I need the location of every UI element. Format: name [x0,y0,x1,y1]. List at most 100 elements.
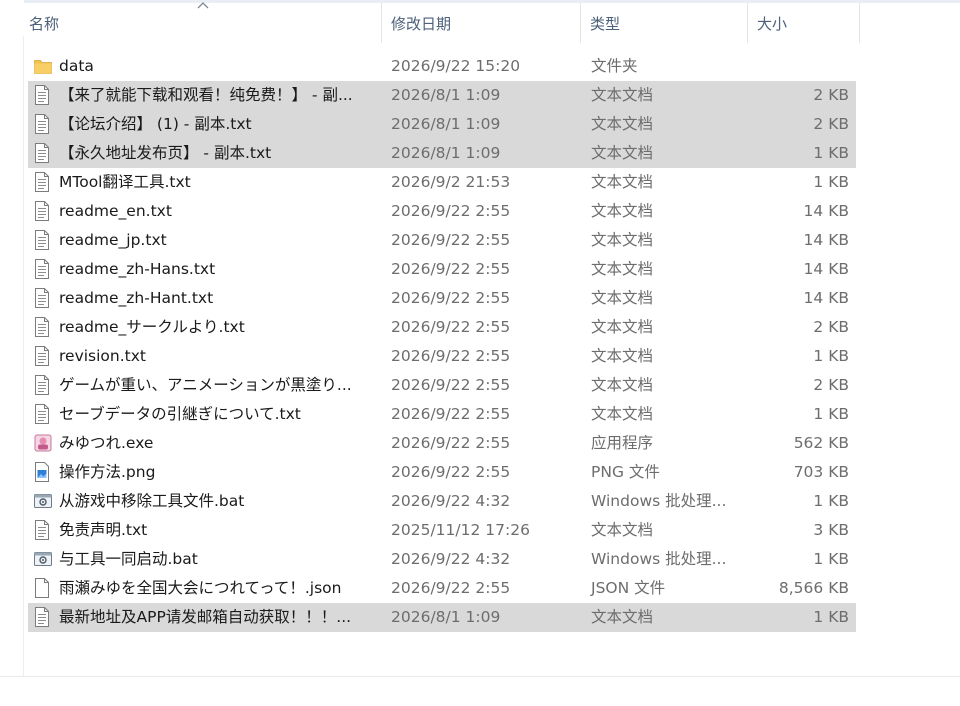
file-name: revision.txt [59,347,146,365]
file-name: 与工具一同启动.bat [59,550,198,568]
file-row[interactable]: セーブデータの引継ぎについて.txt 2026/9/22 2:55 文本文档 1 KB [28,400,856,429]
file-date: 2026/9/22 15:20 [391,57,521,75]
app-exe-icon [34,433,52,453]
text-file-icon [34,85,50,105]
batch-file-icon [34,549,52,569]
file-date: 2026/8/1 1:09 [391,86,501,104]
file-date: 2026/9/22 2:55 [391,318,511,336]
file-row[interactable]: revision.txt 2026/9/22 2:55 文本文档 1 KB [28,342,856,371]
file-type: 文本文档 [591,115,654,133]
file-row[interactable]: 与工具一同启动.bat 2026/9/22 4:32 Windows 批处理... 1… [28,545,856,574]
file-type: 文本文档 [591,173,654,191]
file-row[interactable]: みゆつれ.exe 2026/9/22 2:55 应用程序 562 KB [28,429,856,458]
column-header-date[interactable]: 修改日期 [382,3,581,43]
file-date: 2026/9/22 2:55 [391,405,511,423]
column-header-type[interactable]: 类型 [581,3,748,43]
folder-icon [34,56,52,76]
file-size: 1 KB [813,550,849,568]
file-type: 文件夹 [591,57,638,75]
file-size: 14 KB [803,289,849,307]
batch-file-icon [34,491,52,511]
file-type: 文本文档 [591,521,654,539]
file-row[interactable]: MTool翻译工具.txt 2026/9/2 21:53 文本文档 1 KB [28,168,856,197]
file-size: 2 KB [813,86,849,104]
file-date: 2026/9/22 2:55 [391,376,511,394]
file-name: 雨瀬みゆを全国大会につれてって！.json [59,579,342,597]
file-size: 3 KB [813,521,849,539]
file-name: セーブデータの引継ぎについて.txt [59,405,301,423]
file-size: 703 KB [793,463,849,481]
file-row[interactable]: 雨瀬みゆを全国大会につれてって！.json 2026/9/22 2:55 JSON … [28,574,856,603]
file-date: 2026/9/22 4:32 [391,492,511,510]
file-date: 2026/9/22 2:55 [391,434,511,452]
file-type: 文本文档 [591,405,654,423]
file-type: Windows 批处理... [591,492,727,510]
text-file-icon [34,317,50,337]
file-type: 文本文档 [591,86,654,104]
sort-ascending-icon [196,0,210,14]
file-type: 文本文档 [591,202,654,220]
file-size: 14 KB [803,231,849,249]
file-size: 1 KB [813,608,849,626]
file-type: 文本文档 [591,289,654,307]
file-name: readme_en.txt [59,202,172,220]
file-date: 2026/9/22 2:55 [391,231,511,249]
file-name: 从游戏中移除工具文件.bat [59,492,245,510]
file-date: 2026/8/1 1:09 [391,608,501,626]
file-name: 【永久地址发布页】 - 副本.txt [59,144,272,162]
file-size: 14 KB [803,260,849,278]
file-type: 文本文档 [591,318,654,336]
text-file-icon [34,143,50,163]
navigation-pane[interactable] [0,0,24,706]
text-file-icon [34,259,50,279]
column-header-type-label: 类型 [590,15,621,33]
file-row[interactable]: 最新地址及APP请发邮箱自动获取！！！... 2026/8/1 1:09 文本文档 1… [28,603,856,632]
file-name: readme_zh-Hant.txt [59,289,214,307]
file-name: readme_zh-Hans.txt [59,260,216,278]
file-row[interactable]: 免责声明.txt 2025/11/12 17:26 文本文档 3 KB [28,516,856,545]
file-row[interactable]: readme_zh-Hant.txt 2026/9/22 2:55 文本文档 14 K… [28,284,856,313]
file-row[interactable]: ゲームが重い、アニメーションが黒塗り... 2026/9/22 2:55 文本文档 2… [28,371,856,400]
pane-divider[interactable] [23,36,24,676]
file-row[interactable]: 【来了就能下载和观看！纯免费！】 - 副... 2026/8/1 1:09 文本文档… [28,81,856,110]
text-file-icon [34,404,50,424]
file-row[interactable]: 【永久地址发布页】 - 副本.txt 2026/8/1 1:09 文本文档 1 KB [28,139,856,168]
column-header-size[interactable]: 大小 [748,3,860,43]
file-name: 【论坛介绍】 (1) - 副本.txt [59,115,252,133]
text-file-icon [34,230,50,250]
file-row[interactable]: 从游戏中移除工具文件.bat 2026/9/22 4:32 Windows 批处理.… [28,487,856,516]
file-row[interactable]: 操作方法.png 2026/9/22 2:55 PNG 文件 703 KB [28,458,856,487]
file-row[interactable]: readme_en.txt 2026/9/22 2:55 文本文档 14 KB [28,197,856,226]
file-type: 文本文档 [591,144,654,162]
file-size: 2 KB [813,376,849,394]
file-type: 文本文档 [591,376,654,394]
file-row[interactable]: readme_zh-Hans.txt 2026/9/22 2:55 文本文档 14 K… [28,255,856,284]
file-size: 2 KB [813,318,849,336]
text-file-icon [34,607,50,627]
text-file-icon [34,520,50,540]
file-date: 2026/9/22 2:55 [391,463,511,481]
file-date: 2026/9/22 2:55 [391,289,511,307]
file-row[interactable]: 【论坛介绍】 (1) - 副本.txt 2026/8/1 1:09 文本文档 2 KB [28,110,856,139]
file-name: MTool翻译工具.txt [59,173,191,191]
file-date: 2026/9/2 21:53 [391,173,511,191]
file-type: 应用程序 [591,434,654,452]
file-size: 2 KB [813,115,849,133]
column-header-name[interactable]: 名称 [24,0,382,43]
file-date: 2026/9/22 4:32 [391,550,511,568]
file-size: 8,566 KB [778,579,849,597]
file-row[interactable]: readme_サークルより.txt 2026/9/22 2:55 文本文档 2 KB [28,313,856,342]
file-type: Windows 批处理... [591,550,727,568]
file-date: 2026/9/22 2:55 [391,579,511,597]
file-size: 1 KB [813,347,849,365]
file-list: data 2026/9/22 15:20 文件夹 【来了就能下载和观看！纯免费！】 -… [28,52,856,632]
file-row[interactable]: readme_jp.txt 2026/9/22 2:55 文本文档 14 KB [28,226,856,255]
file-date: 2026/8/1 1:09 [391,115,501,133]
column-header-size-label: 大小 [757,15,788,33]
file-size: 1 KB [813,173,849,191]
file-size: 1 KB [813,492,849,510]
file-type: 文本文档 [591,608,654,626]
folder-row[interactable]: data 2026/9/22 15:20 文件夹 [28,52,856,81]
file-name: data [59,57,94,75]
file-type: 文本文档 [591,347,654,365]
